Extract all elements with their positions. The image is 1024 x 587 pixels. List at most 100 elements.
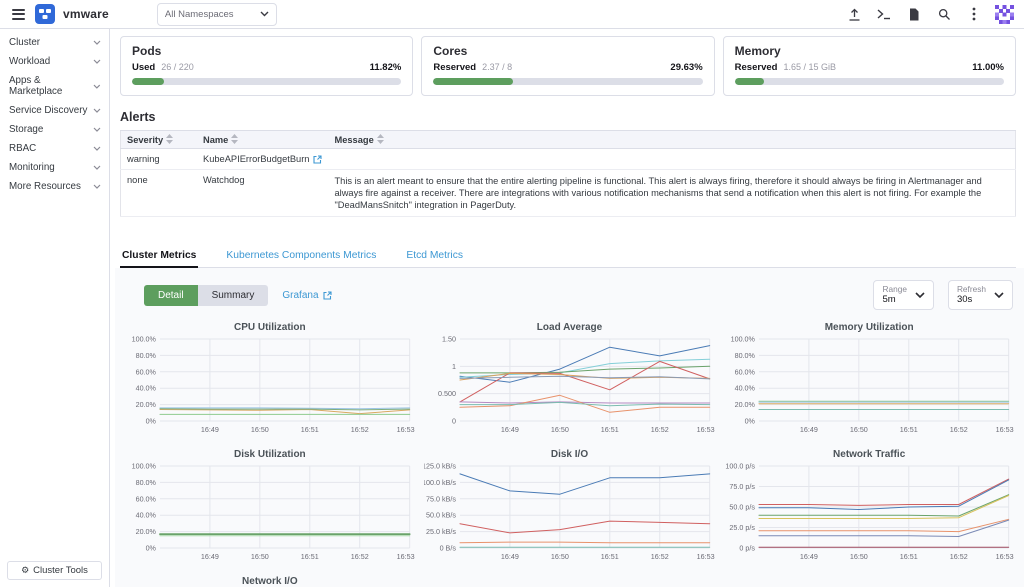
svg-text:50.0 p/s: 50.0 p/s [730, 503, 756, 512]
card-metric-row: Reserved2.37 / 829.63% [433, 62, 702, 73]
chart-plot-network-traffic: 100.0 p/s75.0 p/s50.0 p/s25.0 p/s0 p/s16… [723, 462, 1015, 562]
alerts-col-message[interactable]: Message [328, 131, 1015, 149]
card-memory: MemoryReserved1.65 / 15 GiB11.00% [723, 36, 1016, 96]
tab-cluster-metrics[interactable]: Cluster Metrics [120, 247, 198, 268]
svg-text:125.0 kB/s: 125.0 kB/s [424, 462, 456, 471]
rancher-logo-icon[interactable] [35, 4, 55, 24]
refresh-dropdown[interactable]: Refresh 30s [948, 280, 1013, 310]
alert-name-cell: KubeAPIErrorBudgetBurn [197, 149, 328, 170]
svg-text:16:49: 16:49 [800, 552, 818, 561]
card-title: Memory [735, 44, 1004, 58]
card-percent: 11.82% [370, 62, 402, 73]
svg-text:20.0%: 20.0% [136, 400, 157, 409]
sidebar-item-label: Monitoring [9, 162, 55, 173]
series-load-3 [460, 367, 710, 374]
alert-message: This is an alert meant to ensure that th… [328, 170, 1015, 217]
sidebar: Cluster Workload Apps & MarketplaceService… [0, 29, 110, 587]
chevron-down-icon [93, 40, 101, 45]
charts-grid: CPU Utilization100.0%80.0%60.0%40.0%20.0… [120, 320, 1019, 587]
sidebar-item-storage[interactable]: Storage [0, 120, 109, 139]
chart-title: Disk I/O [424, 449, 716, 460]
alert-name-label: Watchdog [203, 175, 245, 185]
cluster-tools-button[interactable]: ⚙ Cluster Tools [7, 561, 102, 580]
range-label: Range [882, 285, 906, 294]
detail-button[interactable]: Detail [144, 285, 198, 306]
svg-text:80.0%: 80.0% [136, 478, 157, 487]
external-link-icon[interactable] [313, 155, 322, 164]
chart-title: Load Average [424, 322, 716, 333]
menu-icon[interactable] [10, 7, 27, 22]
search-icon[interactable] [933, 3, 955, 25]
file-icon[interactable] [903, 3, 925, 25]
metrics-toolbar: Detail Summary Grafana Range 5m [120, 278, 1019, 320]
chart-load-average: Load Average1.5010.500016:4916:5016:5116… [424, 322, 716, 435]
svg-text:16:49: 16:49 [201, 552, 219, 561]
svg-text:16:53: 16:53 [696, 552, 714, 561]
alert-name-cell: Watchdog [197, 170, 328, 217]
svg-text:16:52: 16:52 [650, 552, 668, 561]
top-nav: vmware All Namespaces [0, 0, 1024, 29]
kebab-menu-icon[interactable] [963, 3, 985, 25]
svg-text:16:53: 16:53 [996, 552, 1014, 561]
alert-row-kubeapierrorbudgetburn: warningKubeAPIErrorBudgetBurn [121, 149, 1016, 170]
svg-text:16:53: 16:53 [996, 425, 1014, 434]
svg-text:0%: 0% [146, 544, 157, 553]
svg-text:0%: 0% [745, 417, 756, 426]
card-metric-value: 1.65 / 15 GiB [783, 62, 836, 72]
svg-text:75.0 p/s: 75.0 p/s [730, 482, 756, 491]
chart-cpu-utilization: CPU Utilization100.0%80.0%60.0%40.0%20.0… [124, 322, 416, 435]
series-io-3 [460, 542, 710, 543]
chart-plot-load-average: 1.5010.500016:4916:5016:5116:5216:53 [424, 335, 716, 435]
chart-disk-utilization: Disk Utilization100.0%80.0%60.0%40.0%20.… [124, 449, 416, 562]
range-value: 5m [882, 294, 906, 305]
chevron-down-icon [93, 108, 101, 113]
resource-cards: PodsUsed26 / 22011.82%CoresReserved2.37 … [111, 29, 1024, 96]
user-avatar[interactable] [995, 5, 1014, 24]
card-metric-row: Reserved1.65 / 15 GiB11.00% [735, 62, 1004, 73]
chevron-down-icon [93, 146, 101, 151]
svg-text:16:50: 16:50 [251, 552, 269, 561]
app: vmware All Namespaces [0, 0, 1024, 587]
tab-kubernetes-components-metrics[interactable]: Kubernetes Components Metrics [224, 247, 378, 267]
svg-text:16:53: 16:53 [397, 425, 415, 434]
progress-fill [132, 78, 164, 85]
summary-button[interactable]: Summary [198, 285, 269, 306]
svg-text:0 p/s: 0 p/s [740, 544, 756, 553]
sidebar-item-rbac[interactable]: RBAC [0, 139, 109, 158]
range-dropdown[interactable]: Range 5m [873, 280, 933, 310]
alert-row-watchdog: noneWatchdogThis is an alert meant to en… [121, 170, 1016, 217]
sidebar-item-apps-marketplace[interactable]: Apps & Marketplace [0, 71, 109, 101]
chevron-down-icon [93, 59, 101, 64]
svg-text:60.0%: 60.0% [735, 368, 756, 377]
svg-text:16:52: 16:52 [351, 425, 369, 434]
grafana-link[interactable]: Grafana [282, 290, 331, 301]
svg-text:50.0 kB/s: 50.0 kB/s [426, 511, 456, 520]
alerts-col-name[interactable]: Name [197, 131, 328, 149]
svg-text:16:52: 16:52 [650, 425, 668, 434]
sidebar-item-service-discovery[interactable]: Service Discovery [0, 101, 109, 120]
progress-fill [735, 78, 765, 85]
svg-text:16:51: 16:51 [900, 425, 918, 434]
refresh-value: 30s [957, 294, 986, 305]
kubectl-shell-icon[interactable] [873, 3, 895, 25]
svg-text:16:52: 16:52 [950, 425, 968, 434]
chart-title: Network Traffic [723, 449, 1015, 460]
upload-icon[interactable] [843, 3, 865, 25]
svg-text:80.0%: 80.0% [735, 351, 756, 360]
tab-etcd-metrics[interactable]: Etcd Metrics [404, 247, 465, 267]
main-content: PodsUsed26 / 22011.82%CoresReserved2.37 … [111, 29, 1024, 587]
sidebar-item-label: Workload [9, 56, 50, 67]
sidebar-item-cluster[interactable]: Cluster [0, 33, 109, 52]
sidebar-item-label: RBAC [9, 143, 36, 154]
sidebar-item-more-resources[interactable]: More Resources [0, 177, 109, 196]
alerts-col-severity[interactable]: Severity [121, 131, 198, 149]
svg-text:100.0%: 100.0% [132, 335, 157, 344]
sidebar-item-monitoring[interactable]: Monitoring [0, 158, 109, 177]
namespace-filter[interactable]: All Namespaces [157, 3, 277, 26]
svg-text:60.0%: 60.0% [136, 368, 157, 377]
card-percent: 11.00% [972, 62, 1004, 73]
card-title: Pods [132, 44, 401, 58]
svg-text:1: 1 [452, 362, 456, 371]
svg-text:16:50: 16:50 [251, 425, 269, 434]
sidebar-item-workload[interactable]: Workload [0, 52, 109, 71]
